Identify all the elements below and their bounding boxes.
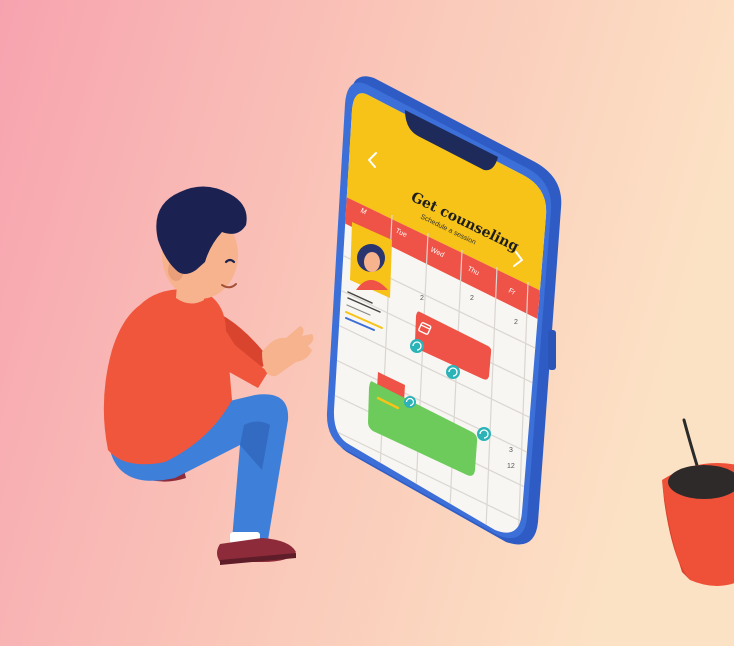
calendar-row-number: 2 xyxy=(514,319,518,326)
calendar-row-number: 2 xyxy=(420,295,424,302)
refresh-icon[interactable] xyxy=(404,396,416,408)
refresh-icon[interactable] xyxy=(477,427,491,441)
calendar-row-number: 3 xyxy=(509,447,513,454)
refresh-icon[interactable] xyxy=(446,365,460,379)
illustration-scene: Get counseling Schedule a session M Tue … xyxy=(0,0,734,646)
calendar-row-number: 12 xyxy=(507,463,515,470)
illustration: Get counseling Schedule a session M Tue … xyxy=(0,0,734,646)
refresh-icon[interactable] xyxy=(410,339,424,353)
phone-side-button xyxy=(548,330,556,370)
calendar-row-number: 2 xyxy=(470,295,474,302)
